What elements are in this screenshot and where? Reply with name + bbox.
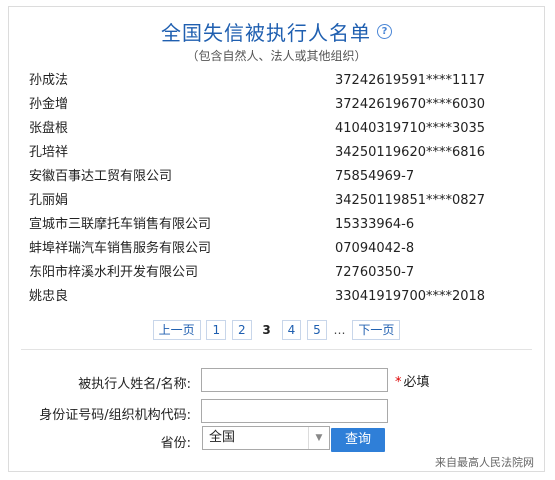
name-field-label: 被执行人姓名/名称: (78, 377, 191, 392)
query-button[interactable]: 查询 (331, 428, 385, 452)
record-name[interactable]: 宣城市三联摩托车销售有限公司 (29, 213, 211, 237)
record-name[interactable]: 安徽百事达工贸有限公司 (29, 165, 172, 189)
record-code: 33041919700****2018 (335, 289, 486, 304)
required-note: * 必填 (395, 371, 430, 390)
list-item: 孙金增 37242619670****6030 (29, 93, 529, 117)
list-item: 姚忠良 33041919700****2018 (29, 285, 529, 309)
list-item: 宣城市三联摩托车销售有限公司 15333964-6 (29, 213, 529, 237)
page-title: 全国失信被执行人名单 (161, 21, 371, 45)
record-code: 37242619591****1117 (335, 73, 486, 88)
record-code: 34250119620****6816 (335, 145, 486, 160)
required-star: * (395, 375, 402, 390)
id-code-input[interactable] (201, 399, 388, 423)
pagination-ellipsis: … (332, 321, 347, 339)
help-icon[interactable]: ? (377, 24, 392, 39)
list-item: 孔培祥 34250119620****6816 (29, 141, 529, 165)
prev-page-button[interactable]: 上一页 (152, 320, 201, 340)
name-input[interactable] (201, 368, 388, 392)
list-item: 蚌埠祥瑞汽车销售服务有限公司 07094042-8 (29, 237, 529, 261)
required-text: 必填 (403, 375, 430, 390)
record-code: 75854969-7 (335, 169, 415, 184)
record-code: 07094042-8 (335, 241, 415, 256)
record-name[interactable]: 孙金增 (29, 93, 68, 117)
title-row: 全国失信被执行人名单? (9, 17, 544, 46)
source-note: 来自最高人民法院网 (435, 456, 534, 469)
list-item: 张盘根 41040319710****3035 (29, 117, 529, 141)
divider (21, 349, 532, 350)
record-code: 37242619670****6030 (335, 97, 486, 112)
record-name[interactable]: 蚌埠祥瑞汽车销售服务有限公司 (29, 237, 211, 261)
record-code: 34250119851****0827 (335, 193, 486, 208)
page-1-button[interactable]: 1 (206, 320, 227, 340)
dishonest-list-panel: 全国失信被执行人名单? （包含自然人、法人或其他组织） 孙成法 372426195… (8, 6, 545, 472)
record-name[interactable]: 孔培祥 (29, 141, 68, 165)
chevron-down-icon[interactable]: ▼ (308, 427, 329, 449)
record-name[interactable]: 孔丽娟 (29, 189, 68, 213)
record-code: 72760350-7 (335, 265, 415, 280)
list-item: 安徽百事达工贸有限公司 75854969-7 (29, 165, 529, 189)
record-name[interactable]: 孙成法 (29, 69, 68, 93)
province-select[interactable]: 全国 ▼ (202, 426, 330, 450)
list-item: 孔丽娟 34250119851****0827 (29, 189, 529, 213)
id-field-label: 身份证号码/组织机构代码: (39, 408, 191, 423)
record-code: 15333964-6 (335, 217, 415, 232)
list-item: 东阳市梓溪水利开发有限公司 72760350-7 (29, 261, 529, 285)
record-name[interactable]: 东阳市梓溪水利开发有限公司 (29, 261, 198, 285)
record-list: 孙成法 37242619591****1117 孙金增 37242619670***… (29, 69, 529, 309)
pagination: 上一页 1 2 3 4 5 … 下一页 (9, 320, 544, 340)
page-5-button[interactable]: 5 (307, 320, 327, 340)
province-selected-value: 全国 (209, 430, 236, 445)
page-4-button[interactable]: 4 (281, 320, 302, 340)
record-name[interactable]: 姚忠良 (29, 285, 68, 309)
page-subtitle: （包含自然人、法人或其他组织） (186, 49, 367, 63)
record-name[interactable]: 张盘根 (29, 117, 68, 141)
list-item: 孙成法 37242619591****1117 (29, 69, 529, 93)
current-page-indicator: 3 (257, 321, 276, 339)
province-field-label: 省份: (160, 436, 191, 451)
record-code: 41040319710****3035 (335, 121, 486, 136)
next-page-button[interactable]: 下一页 (352, 320, 401, 340)
page-2-button[interactable]: 2 (231, 320, 252, 340)
